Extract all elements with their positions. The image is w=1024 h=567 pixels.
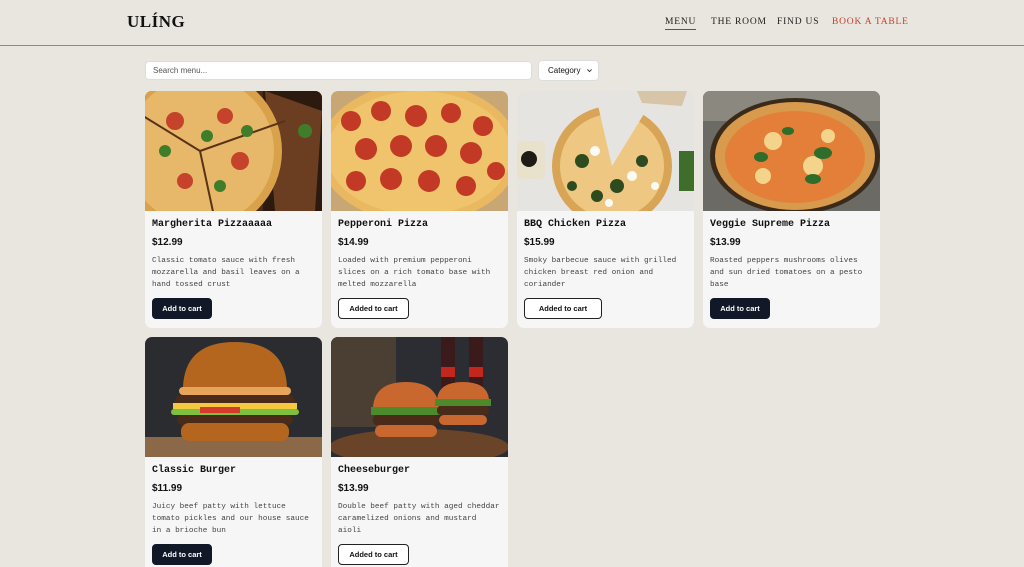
nav-the-room[interactable]: THE ROOM (711, 17, 767, 27)
item-name: Veggie Supreme Pizza (710, 219, 831, 230)
item-description: Roasted peppers mushrooms olives and sun… (710, 257, 863, 289)
category-select-value: Category (548, 66, 581, 75)
add-to-cart-button[interactable]: Add to cart (710, 298, 770, 319)
nav-book-a-table[interactable]: BOOK A TABLE (832, 17, 909, 27)
added-to-cart-button[interactable]: Added to cart (338, 298, 409, 319)
item-price: $15.99 (524, 237, 555, 248)
search-input[interactable] (145, 61, 532, 80)
top-navigation: ULÍNG MENU THE ROOM FIND US BOOK A TABLE (0, 0, 1024, 46)
add-to-cart-button[interactable]: Add to cart (152, 544, 212, 565)
brand-logo[interactable]: ULÍNG (127, 12, 185, 32)
item-description: Loaded with premium pepperoni slices on … (338, 257, 491, 289)
nav-menu[interactable]: MENU (665, 17, 697, 30)
spinach-pizza-image (517, 91, 694, 211)
added-to-cart-button[interactable]: Added to cart (524, 298, 602, 319)
menu-item-card: BBQ Chicken Pizza $15.99 Smoky barbecue … (517, 91, 694, 328)
item-description: Classic tomato sauce with fresh mozzarel… (152, 257, 300, 289)
item-description: Smoky barbecue sauce with grilled chicke… (524, 257, 677, 289)
nav-find-us[interactable]: FIND US (777, 17, 819, 27)
item-description: Juicy beef patty with lettuce tomato pic… (152, 503, 309, 535)
item-price: $12.99 (152, 237, 183, 248)
menu-item-card: Pepperoni Pizza $14.99 Loaded with premi… (331, 91, 508, 328)
basil-pizza-image (703, 91, 880, 211)
item-price: $14.99 (338, 237, 369, 248)
sliders-image (331, 337, 508, 457)
item-name: Pepperoni Pizza (338, 219, 429, 230)
add-to-cart-button[interactable]: Add to cart (152, 298, 212, 319)
item-price: $11.99 (152, 483, 183, 494)
added-to-cart-button[interactable]: Added to cart (338, 544, 409, 565)
item-price: $13.99 (710, 237, 741, 248)
menu-item-card: Veggie Supreme Pizza $13.99 Roasted pepp… (703, 91, 880, 328)
item-name: Classic Burger (152, 465, 237, 476)
item-name: Margherita Pizzaaaaa (152, 219, 273, 230)
burger-image (145, 337, 322, 457)
category-select[interactable]: Category (538, 60, 599, 81)
item-description: Double beef patty with aged cheddar cara… (338, 503, 500, 535)
pizza-slices-image (145, 91, 322, 211)
menu-item-card: Classic Burger $11.99 Juicy beef patty w… (145, 337, 322, 567)
pepperoni-pizza-image (331, 91, 508, 211)
menu-item-card: Margherita Pizzaaaaa $12.99 Classic toma… (145, 91, 322, 328)
item-name: BBQ Chicken Pizza (524, 219, 627, 230)
chevron-down-icon (587, 69, 592, 73)
item-name: Cheeseburger (338, 465, 411, 476)
menu-item-card: Cheeseburger $13.99 Double beef patty wi… (331, 337, 508, 567)
item-price: $13.99 (338, 483, 369, 494)
